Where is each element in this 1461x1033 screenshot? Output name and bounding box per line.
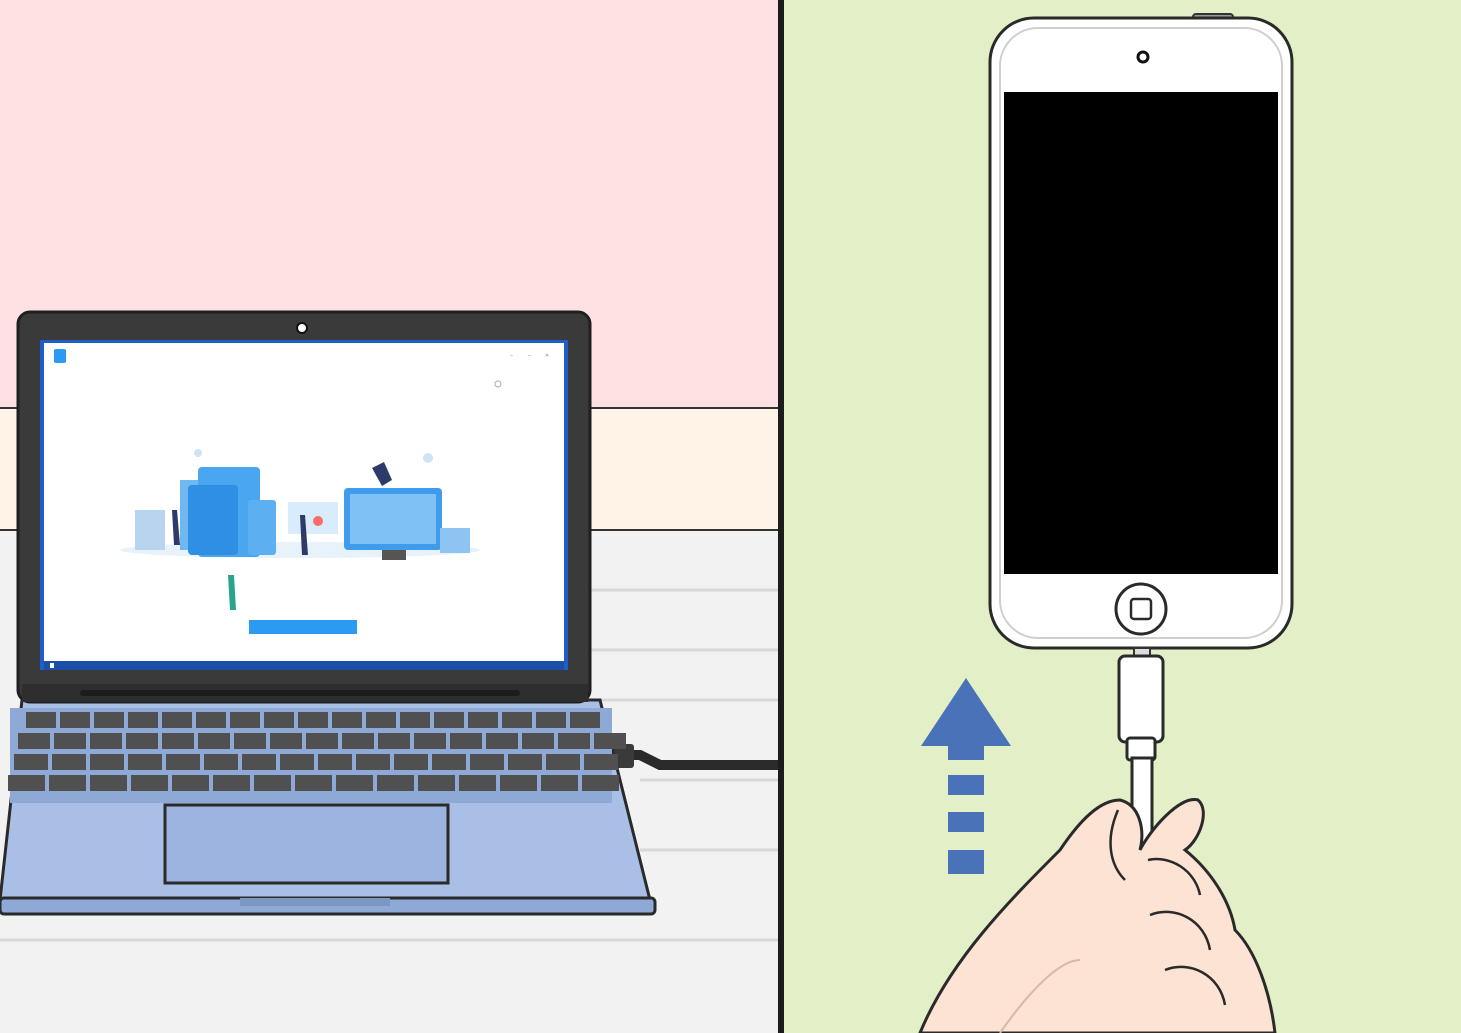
keyboard-key bbox=[298, 712, 328, 728]
maximize-button[interactable]: – bbox=[528, 353, 531, 359]
keyboard-key bbox=[584, 754, 618, 770]
keyboard-key bbox=[234, 733, 266, 749]
keyboard-key bbox=[90, 775, 127, 791]
keyboard-key bbox=[295, 775, 332, 791]
keyboard-key bbox=[434, 712, 464, 728]
keyboard-key bbox=[254, 775, 291, 791]
ipod-device bbox=[988, 13, 1294, 650]
keyboard-key bbox=[242, 754, 276, 770]
keyboard-key bbox=[541, 775, 578, 791]
keyboard-key bbox=[126, 733, 158, 749]
keyboard-key bbox=[14, 754, 48, 770]
keyboard-key bbox=[8, 775, 45, 791]
panel-divider bbox=[778, 0, 784, 1033]
minimize-button[interactable]: – bbox=[510, 353, 513, 359]
taskbar bbox=[44, 661, 564, 670]
keyboard-key bbox=[468, 712, 498, 728]
keyboard-key bbox=[582, 775, 619, 791]
keyboard-key bbox=[230, 712, 260, 728]
keyboard-key bbox=[536, 712, 566, 728]
keyboard-key bbox=[131, 775, 168, 791]
keyboard-key bbox=[54, 733, 86, 749]
right-panel bbox=[784, 0, 1461, 1033]
app-logo-icon bbox=[54, 349, 66, 363]
keyboard-key bbox=[49, 775, 86, 791]
keyboard bbox=[8, 708, 626, 803]
keyboard-key bbox=[26, 712, 56, 728]
keyboard-key bbox=[366, 712, 396, 728]
keyboard-key bbox=[414, 733, 446, 749]
keyboard-key bbox=[378, 733, 410, 749]
keyboard-key bbox=[204, 754, 238, 770]
keyboard-key bbox=[522, 733, 554, 749]
keyboard-key bbox=[546, 754, 580, 770]
keyboard-key bbox=[594, 733, 626, 749]
keyboard-key bbox=[60, 712, 90, 728]
keyboard-key bbox=[486, 733, 518, 749]
keyboard-key bbox=[500, 775, 537, 791]
keyboard-key bbox=[162, 733, 194, 749]
keyboard-key bbox=[332, 712, 362, 728]
keyboard-key bbox=[166, 754, 200, 770]
keyboard-key bbox=[128, 754, 162, 770]
keyboard-key bbox=[377, 775, 414, 791]
close-button[interactable]: ✕ bbox=[545, 353, 549, 359]
keyboard-key bbox=[342, 733, 374, 749]
illustration: – – ✕ bbox=[0, 0, 1461, 1033]
front-camera bbox=[1136, 50, 1150, 64]
keyboard-key bbox=[418, 775, 455, 791]
keyboard-key bbox=[280, 754, 314, 770]
keyboard-key bbox=[270, 733, 302, 749]
keyboard-key bbox=[502, 712, 532, 728]
keyboard-key bbox=[213, 775, 250, 791]
keyboard-key bbox=[94, 712, 124, 728]
keyboard-key bbox=[90, 733, 122, 749]
keyboard-key bbox=[394, 754, 428, 770]
laptop: – – ✕ bbox=[0, 310, 657, 916]
home-button[interactable] bbox=[1114, 582, 1168, 636]
left-panel: – – ✕ bbox=[0, 0, 780, 1033]
keyboard-key bbox=[196, 712, 226, 728]
keyboard-key bbox=[264, 712, 294, 728]
keyboard-key bbox=[306, 733, 338, 749]
keyboard-key bbox=[162, 712, 192, 728]
keyboard-key bbox=[198, 733, 230, 749]
keyboard-key bbox=[470, 754, 504, 770]
trackpad bbox=[163, 803, 450, 885]
keyboard-key bbox=[459, 775, 496, 791]
keyboard-key bbox=[318, 754, 352, 770]
webcam bbox=[296, 322, 308, 334]
keyboard-key bbox=[432, 754, 466, 770]
keyboard-key bbox=[558, 733, 590, 749]
keyboard-key bbox=[336, 775, 373, 791]
keyboard-key bbox=[570, 712, 600, 728]
laptop-screen: – – ✕ bbox=[40, 340, 568, 670]
device-screen bbox=[1004, 92, 1278, 574]
keyboard-key bbox=[508, 754, 542, 770]
keyboard-key bbox=[128, 712, 158, 728]
keyboard-key bbox=[90, 754, 124, 770]
keyboard-key bbox=[172, 775, 209, 791]
keyboard-key bbox=[52, 754, 86, 770]
keyboard-key bbox=[400, 712, 430, 728]
start-button[interactable] bbox=[249, 620, 357, 634]
keyboard-key bbox=[18, 733, 50, 749]
keyboard-key bbox=[356, 754, 390, 770]
keyboard-key bbox=[450, 733, 482, 749]
